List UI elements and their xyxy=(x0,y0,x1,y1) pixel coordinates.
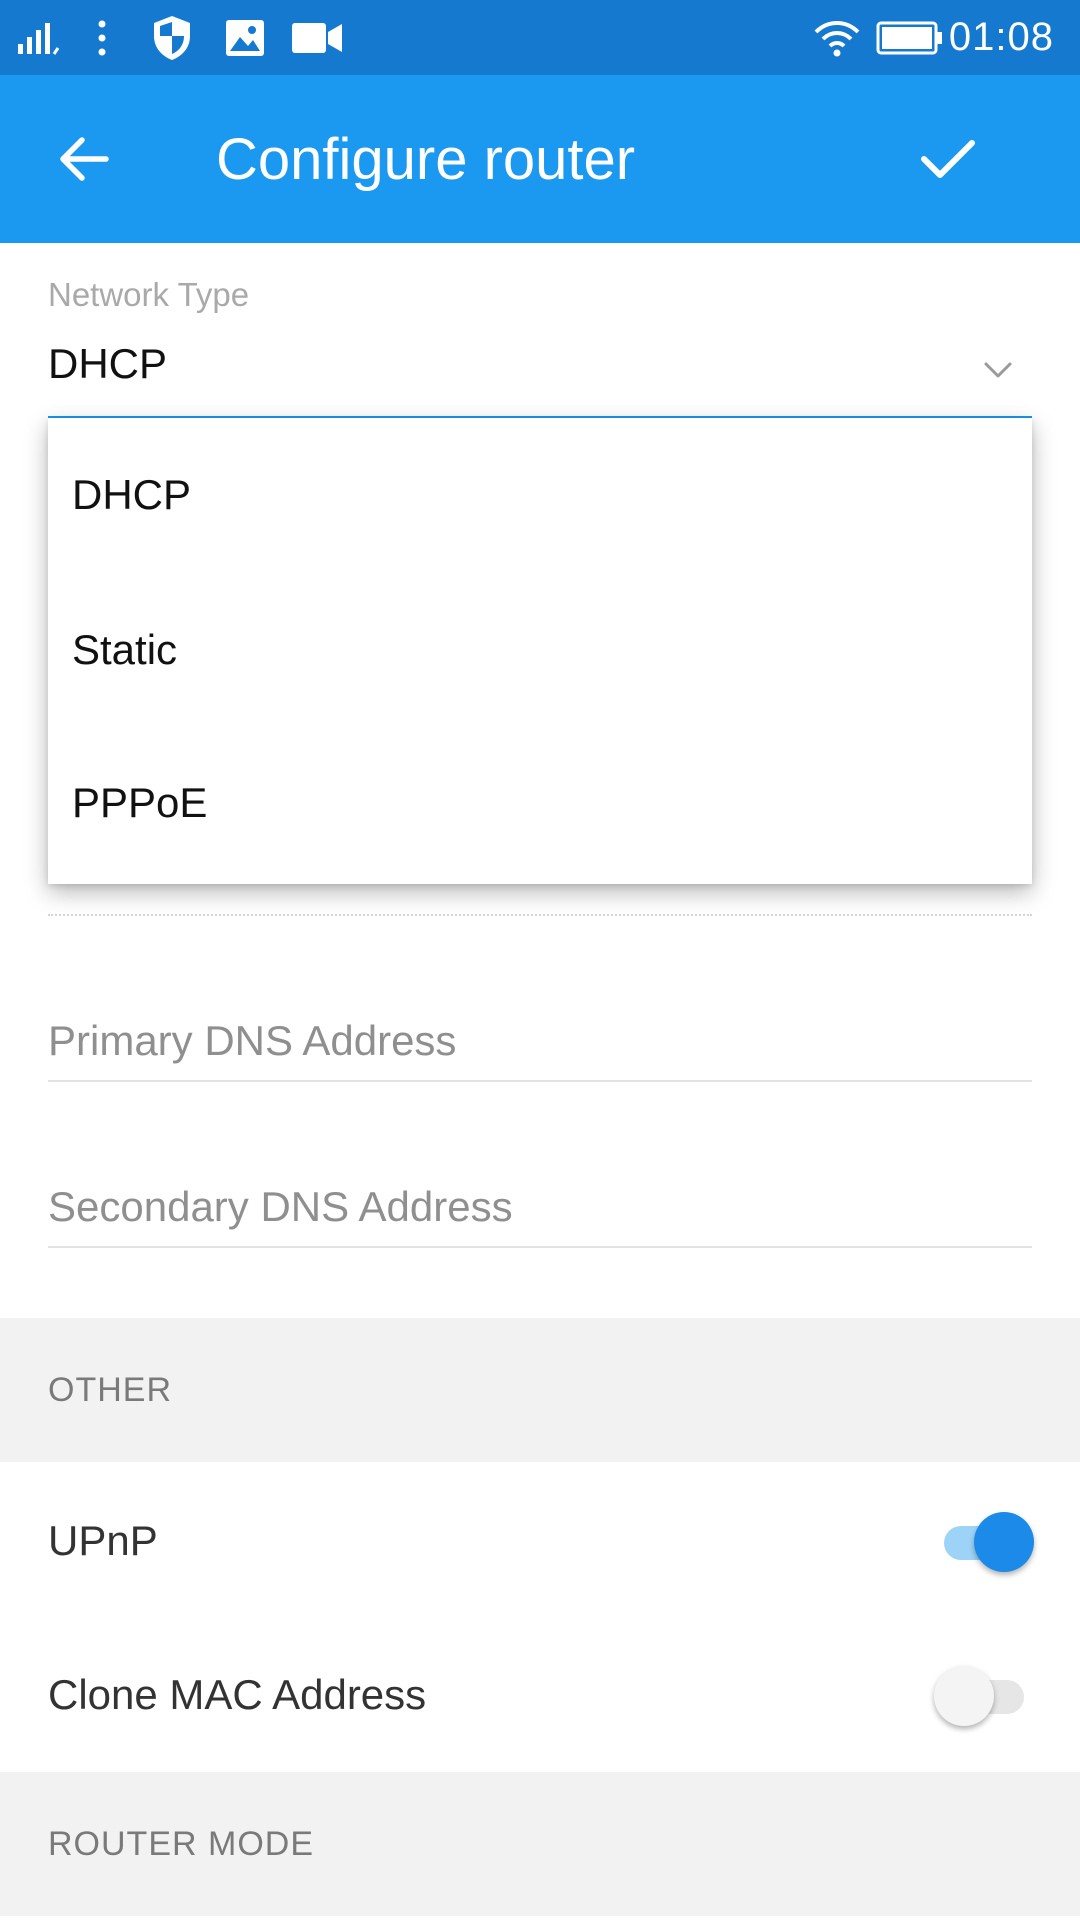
dropdown-option-pppoe[interactable]: PPPoE xyxy=(48,726,1032,880)
app-bar: Configure router xyxy=(0,75,1080,243)
more-vert-icon xyxy=(92,0,112,75)
check-icon xyxy=(921,140,975,178)
clone-mac-toggle-knob xyxy=(934,1666,994,1726)
upnp-row: UPnP xyxy=(0,1464,1080,1618)
section-header-router-mode: ROUTER MODE xyxy=(0,1772,1080,1916)
section-title-other: OTHER xyxy=(48,1370,172,1409)
back-button[interactable] xyxy=(36,119,132,199)
chevron-down-icon[interactable] xyxy=(978,350,1018,390)
section-header-other: OTHER xyxy=(0,1318,1080,1462)
dropdown-option-dhcp[interactable]: DHCP xyxy=(48,418,1032,572)
clone-mac-label: Clone MAC Address xyxy=(48,1671,427,1718)
status-bar: 01:08 xyxy=(0,0,1080,75)
upnp-label: UPnP xyxy=(48,1517,158,1564)
status-time: 01:08 xyxy=(948,15,1054,59)
hidden-field-underline xyxy=(48,914,1032,916)
battery-icon xyxy=(876,0,944,75)
page-title: Configure router xyxy=(216,126,636,192)
primary-dns-input[interactable] xyxy=(48,1002,1032,1082)
upnp-toggle-knob xyxy=(974,1512,1034,1572)
video-camera-icon xyxy=(290,0,344,75)
image-icon xyxy=(224,0,266,75)
network-type-dropdown: DHCP Static PPPoE xyxy=(48,418,1032,884)
upnp-toggle[interactable] xyxy=(938,1512,1034,1572)
section-title-router-mode: ROUTER MODE xyxy=(48,1824,314,1863)
confirm-button[interactable] xyxy=(900,119,996,199)
dropdown-option-static[interactable]: Static xyxy=(48,573,1032,727)
arrow-back-icon xyxy=(60,137,109,181)
clone-mac-row: Clone MAC Address xyxy=(0,1618,1080,1772)
wifi-icon xyxy=(812,0,862,75)
network-type-label: Network Type xyxy=(48,276,250,313)
signal-icon xyxy=(16,0,64,75)
clone-mac-toggle[interactable] xyxy=(934,1666,1030,1726)
shield-icon xyxy=(150,0,194,75)
network-type-select[interactable]: DHCP xyxy=(48,340,167,388)
secondary-dns-input[interactable] xyxy=(48,1168,1032,1248)
